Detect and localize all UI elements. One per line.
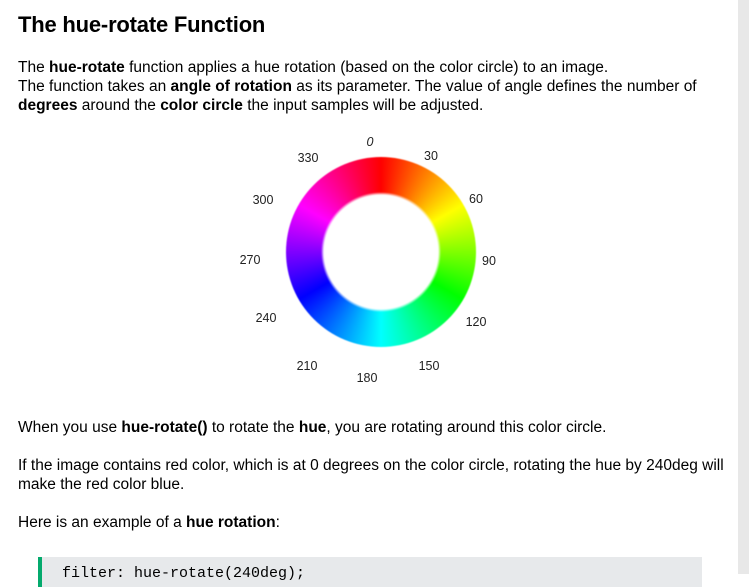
- text-span: When you use: [18, 419, 122, 436]
- text-span: as its parameter. The value of angle def…: [291, 78, 697, 95]
- text-span: around the: [77, 97, 161, 114]
- text-span: Here is an example of a: [18, 514, 187, 531]
- text-span: The: [18, 59, 50, 76]
- degree-label-180: 180: [356, 371, 378, 385]
- hue-color-ring: [286, 157, 476, 347]
- text-span: :: [275, 514, 280, 531]
- color-wheel-figure: 0 30 60 90 120 150 180 210 240 270 300 3…: [230, 130, 510, 390]
- scrollbar-track[interactable]: [738, 0, 749, 574]
- text-span: to rotate the: [207, 419, 299, 436]
- degree-label-30: 30: [424, 149, 438, 163]
- text-span: The function takes an: [18, 78, 171, 95]
- bold-term: degrees: [18, 97, 78, 114]
- text-span: , you are rotating around this color cir…: [326, 419, 607, 436]
- code-example-box: filter: hue-rotate(240deg);: [38, 557, 702, 587]
- bold-term: hue rotation: [186, 514, 276, 531]
- page: The hue-rotate Function The hue-rotate f…: [0, 0, 738, 587]
- degree-label-270: 270: [239, 253, 261, 267]
- degree-label-0: 0: [366, 135, 374, 149]
- degree-label-90: 90: [482, 254, 496, 268]
- example-intro-paragraph: Here is an example of a hue rotation:: [18, 513, 730, 532]
- degree-label-210: 210: [296, 359, 318, 373]
- degree-label-150: 150: [418, 359, 440, 373]
- bold-term: angle of rotation: [170, 78, 292, 95]
- degree-label-330: 330: [297, 151, 319, 165]
- intro-paragraph: The hue-rotate function applies a hue ro…: [18, 58, 730, 115]
- page-title: The hue-rotate Function: [18, 12, 266, 37]
- rotation-paragraph: When you use hue-rotate() to rotate the …: [18, 418, 730, 437]
- bold-term: hue-rotate: [49, 59, 125, 76]
- bold-term: color circle: [160, 97, 243, 114]
- text-span: function applies a hue rotation (based o…: [124, 59, 609, 76]
- degree-label-60: 60: [469, 192, 483, 206]
- text-span: the input samples will be adjusted.: [242, 97, 484, 114]
- degree-label-240: 240: [255, 311, 277, 325]
- intro-line-1: The hue-rotate function applies a hue ro…: [18, 58, 730, 77]
- intro-line-2: The function takes an angle of rotation …: [18, 77, 730, 115]
- bold-term: hue-rotate(): [121, 419, 208, 436]
- degree-label-300: 300: [252, 193, 274, 207]
- degree-label-120: 120: [465, 315, 487, 329]
- red-to-blue-paragraph: If the image contains red color, which i…: [18, 457, 724, 493]
- bold-term: hue: [298, 419, 327, 436]
